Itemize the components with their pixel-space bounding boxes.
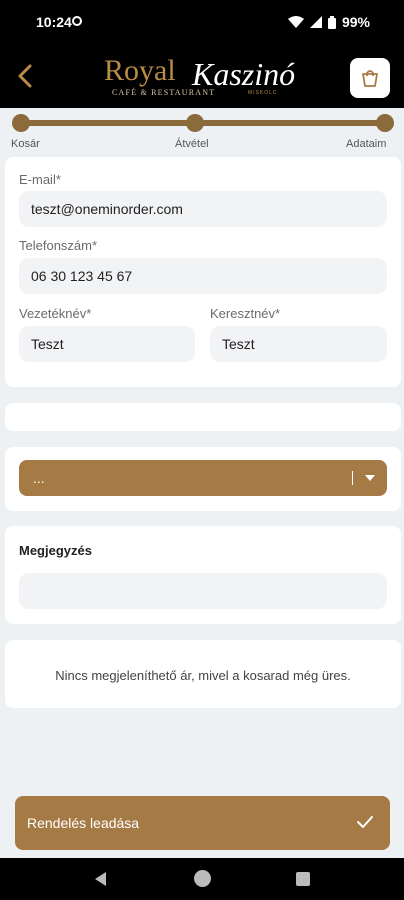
firstname-label: Keresztnév* (210, 306, 281, 321)
nav-home-icon[interactable] (194, 870, 211, 887)
step-label-cart: Kosár (11, 138, 40, 150)
select-separator (352, 471, 353, 485)
app-header: Royal Kaszinó CAFÉ & RESTAURANT MISKOLC (0, 44, 404, 108)
system-nav-bar (0, 858, 404, 900)
phone-label: Telefonszám* (19, 238, 98, 253)
logo-subtitle: CAFÉ & RESTAURANT (112, 88, 216, 97)
battery-icon (327, 15, 336, 29)
step-dot-details (376, 114, 394, 132)
chevron-left-icon (18, 64, 32, 88)
chevron-down-icon (365, 475, 375, 481)
step-dot-pickup (186, 114, 204, 132)
step-label-pickup: Átvétel (175, 138, 209, 150)
logo-royal: Royal (104, 54, 176, 87)
price-info-card: Nincs megjeleníthető ár, mivel a kosarad… (5, 640, 401, 708)
signal-icon (309, 16, 322, 28)
firstname-field[interactable]: Teszt (210, 326, 387, 362)
empty-cart-message: Nincs megjeleníthető ár, mivel a kosarad… (55, 668, 351, 683)
note-title: Megjegyzés (19, 543, 92, 558)
nav-recents-icon[interactable] (296, 872, 310, 886)
wifi-icon (287, 16, 304, 28)
lastname-label: Vezetéknév* (19, 306, 92, 321)
phone-field[interactable]: 06 30 123 45 67 (19, 258, 387, 294)
lastname-field[interactable]: Teszt (19, 326, 195, 362)
sync-icon (72, 16, 82, 26)
step-label-details: Adataim (346, 138, 387, 150)
empty-card (5, 403, 401, 431)
battery-level: 99% (341, 14, 370, 30)
email-field[interactable]: teszt@oneminorder.com (19, 191, 387, 227)
place-order-label: Rendelés leadása (27, 815, 140, 831)
place-order-button[interactable]: Rendelés leadása (15, 796, 390, 850)
option-select[interactable]: ... (19, 460, 387, 496)
check-icon (357, 816, 373, 828)
email-label: E-mail* (19, 172, 61, 187)
cart-button[interactable] (350, 58, 390, 98)
nav-back-icon[interactable] (95, 872, 106, 886)
status-icons: 99% (287, 14, 370, 30)
logo-city: MISKOLC (248, 90, 278, 96)
shopping-bag-icon (362, 70, 378, 87)
logo: Royal Kaszinó CAFÉ & RESTAURANT MISKOLC (104, 54, 300, 100)
note-input[interactable] (19, 573, 387, 609)
select-value: ... (33, 470, 45, 486)
status-time: 10:24 (36, 14, 72, 30)
checkout-stepper: Kosár Átvétel Adataim (0, 108, 404, 152)
status-bar: 10:24 99% (0, 0, 404, 44)
step-dot-cart (12, 114, 30, 132)
back-button[interactable] (14, 62, 36, 90)
